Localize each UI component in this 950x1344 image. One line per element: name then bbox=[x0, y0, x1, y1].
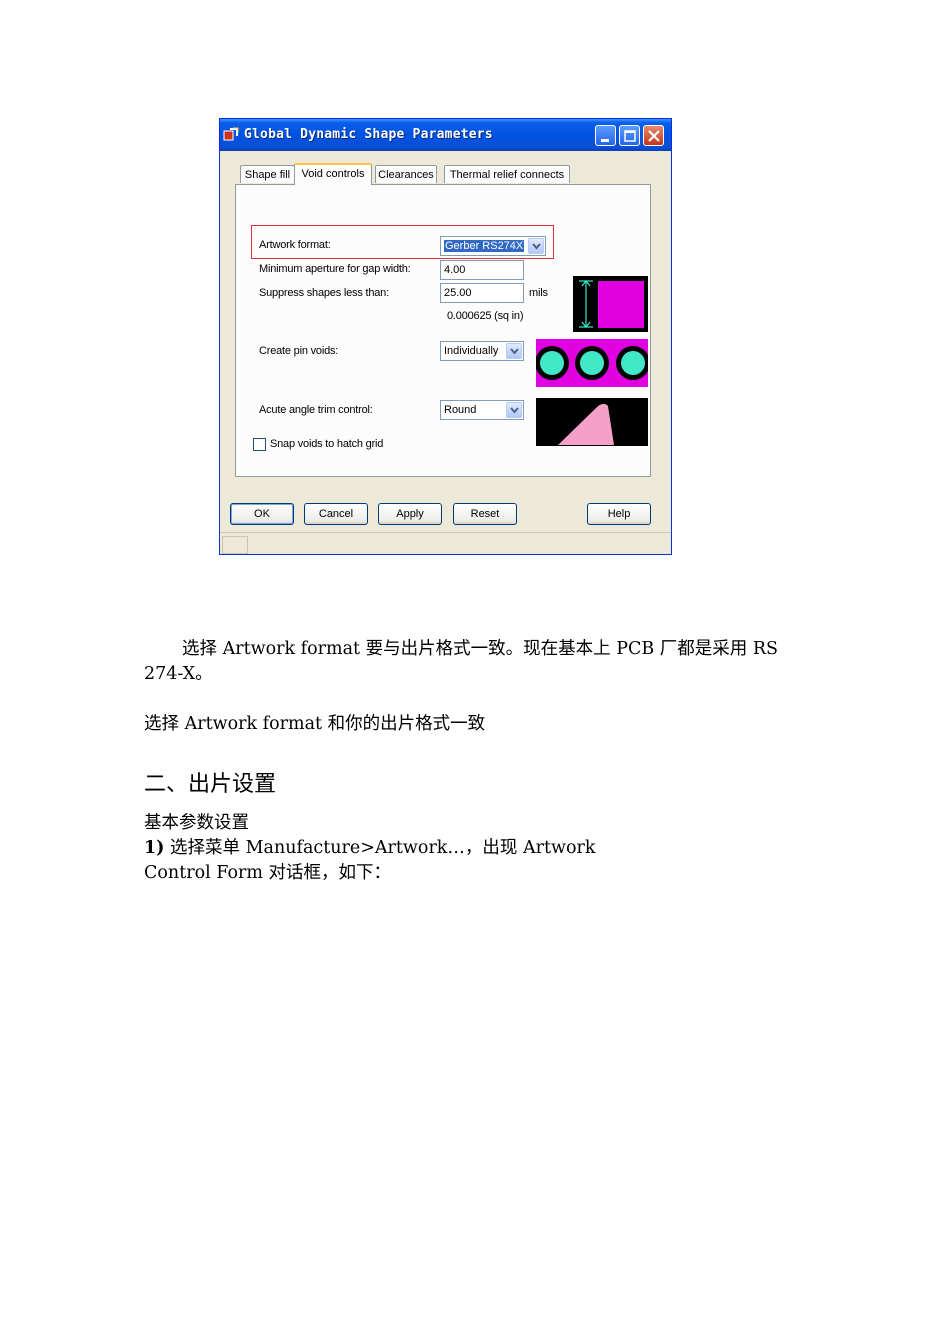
reset-button[interactable]: Reset bbox=[453, 503, 517, 525]
tab-void-controls[interactable]: Void controls bbox=[294, 163, 372, 185]
section-heading: 二、出片设置 bbox=[144, 772, 277, 797]
acute-angle-label: Acute angle trim control: bbox=[259, 404, 373, 416]
artwork-format-select[interactable]: Gerber RS274X bbox=[440, 236, 546, 256]
chevron-down-icon bbox=[532, 243, 541, 250]
dialog-title: Global Dynamic Shape Parameters bbox=[244, 127, 493, 142]
snap-voids-label: Snap voids to hatch grid bbox=[270, 438, 384, 450]
close-icon bbox=[648, 130, 660, 142]
help-button[interactable]: Help bbox=[587, 503, 651, 525]
apply-button[interactable]: Apply bbox=[378, 503, 442, 525]
suppress-shapes-label: Suppress shapes less than: bbox=[259, 287, 389, 299]
dropdown-button[interactable] bbox=[506, 343, 522, 359]
app-icon bbox=[223, 127, 239, 141]
tab-shape-fill[interactable]: Shape fill bbox=[240, 165, 295, 183]
pin-voids-preview bbox=[536, 339, 648, 387]
create-pin-voids-value: Individually bbox=[444, 345, 499, 357]
ok-button[interactable]: OK bbox=[230, 503, 294, 525]
suppress-shape-preview bbox=[573, 276, 648, 332]
maximize-icon bbox=[624, 130, 636, 142]
min-aperture-input[interactable]: 4.00 bbox=[440, 260, 524, 280]
paragraph-1-line-2: 274-X。 bbox=[144, 664, 213, 684]
tab-thermal-relief-connects[interactable]: Thermal relief connects bbox=[444, 165, 570, 183]
tab-clearances[interactable]: Clearances bbox=[375, 165, 437, 183]
suppress-shapes-input[interactable]: 25.00 bbox=[440, 283, 524, 303]
dropdown-button[interactable] bbox=[506, 402, 522, 418]
cancel-button[interactable]: Cancel bbox=[304, 503, 368, 525]
paragraph-2: 选择 Artwork format 和你的出片格式一致 bbox=[144, 714, 486, 734]
snap-voids-checkbox[interactable] bbox=[253, 438, 266, 451]
close-button[interactable] bbox=[643, 125, 664, 146]
step-1-text: 选择菜单 Manufacture>Artwork…，出现 Artwork bbox=[164, 838, 596, 858]
subheading: 基本参数设置 bbox=[144, 813, 249, 833]
create-pin-voids-label: Create pin voids: bbox=[259, 345, 339, 357]
artwork-format-label: Artwork format: bbox=[259, 239, 331, 251]
create-pin-voids-select[interactable]: Individually bbox=[440, 341, 524, 361]
dropdown-button[interactable] bbox=[528, 238, 544, 254]
step-1-number: 1) bbox=[144, 838, 165, 858]
maximize-button[interactable] bbox=[619, 125, 640, 146]
paragraph-1-line-1: 选择 Artwork format 要与出片格式一致。现在基本上 PCB 厂都是… bbox=[182, 639, 779, 659]
chevron-down-icon bbox=[510, 348, 519, 355]
minimize-icon bbox=[601, 139, 609, 142]
minimize-button[interactable] bbox=[595, 125, 616, 146]
min-aperture-label: Minimum aperture for gap width: bbox=[259, 263, 411, 275]
chevron-down-icon bbox=[510, 407, 519, 414]
step-1-line-1: 1) 选择菜单 Manufacture>Artwork…，出现 Artwork bbox=[144, 836, 596, 860]
status-bar bbox=[220, 532, 671, 554]
title-bar[interactable]: Global Dynamic Shape Parameters bbox=[220, 119, 671, 151]
status-cell bbox=[222, 536, 248, 554]
suppress-shapes-area: 0.000625 (sq in) bbox=[447, 310, 524, 322]
acute-angle-preview bbox=[536, 398, 648, 446]
acute-angle-value: Round bbox=[444, 404, 477, 416]
acute-angle-select[interactable]: Round bbox=[440, 400, 524, 420]
global-dynamic-shape-parameters-dialog: Global Dynamic Shape Parameters Shape fi… bbox=[219, 118, 672, 555]
step-1-line-2: Control Form 对话框，如下： bbox=[144, 863, 392, 883]
suppress-shapes-unit: mils bbox=[529, 287, 548, 299]
artwork-format-value: Gerber RS274X bbox=[444, 240, 525, 252]
